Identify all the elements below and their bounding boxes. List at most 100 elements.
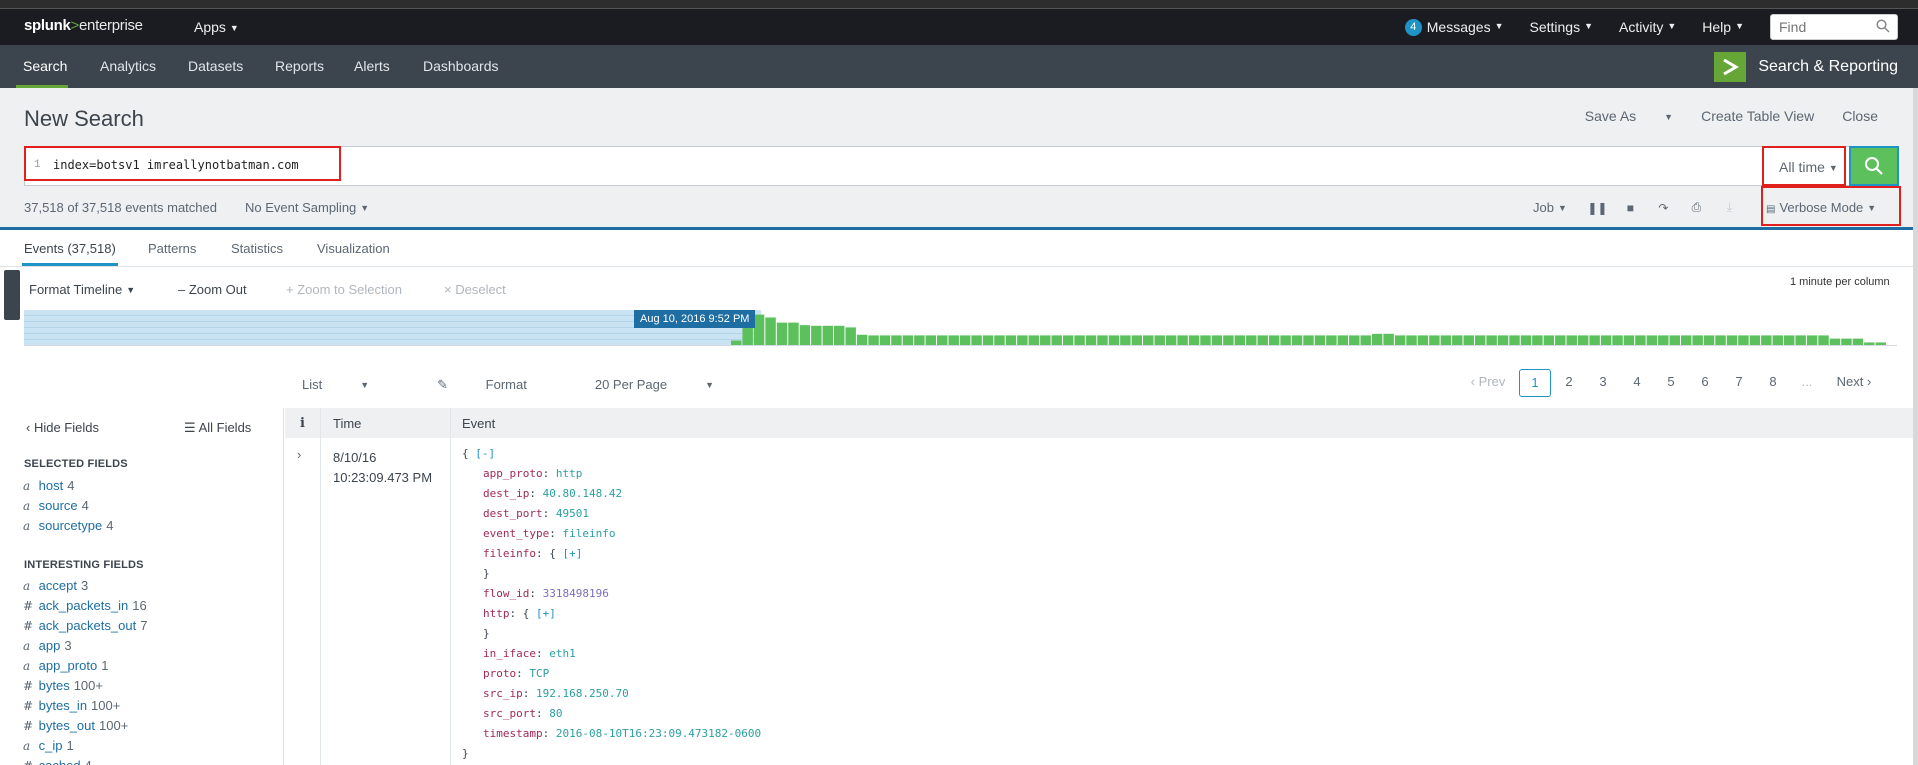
close-button[interactable]: Close [1842, 108, 1878, 124]
page-8[interactable]: 8 [1756, 369, 1790, 397]
job-menu[interactable]: Job ▼ [1533, 200, 1567, 215]
page-7[interactable]: 7 [1722, 369, 1756, 397]
timeline-bar[interactable] [1074, 335, 1085, 345]
page-4[interactable]: 4 [1620, 369, 1654, 397]
tab-statistics[interactable]: Statistics [231, 241, 283, 256]
timeline-bar[interactable] [1749, 335, 1761, 345]
tab-analytics[interactable]: Analytics [100, 58, 156, 74]
tab-datasets[interactable]: Datasets [188, 58, 243, 74]
timeline-bar[interactable] [879, 335, 891, 345]
settings-menu[interactable]: Settings ▼ [1530, 19, 1594, 35]
timeline-bar[interactable] [1234, 335, 1246, 345]
page-1[interactable]: 1 [1519, 369, 1551, 397]
timeline-bar[interactable] [1062, 335, 1074, 345]
timeline-bar[interactable] [1452, 335, 1463, 345]
timeline-chart[interactable] [24, 310, 1897, 346]
event-sampling-menu[interactable]: No Event Sampling ▼ [245, 200, 369, 215]
format-timeline-menu[interactable]: Format Timeline ▼ [29, 282, 135, 297]
timeline-bar[interactable] [1509, 335, 1520, 345]
timeline-bar[interactable] [1577, 335, 1589, 345]
timeline-bar[interactable] [1371, 333, 1383, 345]
timeline-bar[interactable] [1429, 335, 1440, 345]
timeline-bar[interactable] [1211, 335, 1223, 345]
page-5[interactable]: 5 [1654, 369, 1688, 397]
timeline-bar[interactable] [1303, 335, 1314, 345]
field-item[interactable]: a host 4 [23, 478, 74, 493]
timeline-bar[interactable] [845, 327, 856, 345]
timeline-bar[interactable] [1165, 335, 1177, 345]
hide-fields-button[interactable]: ‹ Hide Fields [26, 420, 99, 435]
timeline-bar[interactable] [1143, 335, 1154, 345]
stop-icon[interactable]: ■ [1614, 201, 1647, 215]
expand-toggle[interactable]: [+] [562, 547, 582, 560]
next-page-button[interactable]: Next › [1824, 369, 1884, 397]
all-fields-button[interactable]: ☰ All Fields [184, 420, 251, 436]
field-name[interactable]: cached [39, 758, 81, 765]
field-value[interactable]: 2016-08-10T16:23:09.473182-0600 [556, 727, 761, 740]
timeline-bar[interactable] [1005, 335, 1017, 345]
field-value[interactable]: TCP [529, 667, 549, 680]
create-table-view-button[interactable]: Create Table View [1701, 108, 1814, 124]
timeline-bar[interactable] [1497, 335, 1509, 345]
timeline-bar[interactable] [1680, 335, 1692, 345]
tab-events[interactable]: Events (37,518) [24, 241, 116, 256]
tab-reports[interactable]: Reports [275, 58, 324, 74]
timeline-bar[interactable] [1291, 335, 1303, 345]
col-time[interactable]: Time [333, 416, 361, 431]
timeline-bar[interactable] [1566, 335, 1577, 345]
timeline-bar[interactable] [1783, 335, 1795, 345]
timeline-bar[interactable] [982, 335, 994, 345]
timeline-bar[interactable] [1040, 335, 1051, 345]
print-icon[interactable]: ⎙ [1680, 200, 1713, 215]
timeline-bar[interactable] [1600, 335, 1612, 345]
timeline-bar[interactable] [1120, 335, 1131, 345]
field-item[interactable]: a source 4 [23, 498, 89, 513]
save-as-button[interactable]: Save As ▼ [1557, 108, 1673, 124]
timeline-bar[interactable] [1612, 335, 1623, 345]
timeline-bar[interactable] [1017, 335, 1028, 345]
timeline-bar[interactable] [1658, 335, 1669, 345]
field-value[interactable]: 80 [549, 707, 562, 720]
timeline-bar[interactable] [1806, 335, 1818, 345]
timeline-bar[interactable] [1085, 335, 1097, 345]
apps-menu[interactable]: Apps ▼ [194, 19, 239, 35]
field-value[interactable]: fileinfo [562, 527, 615, 540]
timeline-bar[interactable] [1761, 335, 1772, 345]
timeline-bar[interactable] [1394, 335, 1406, 345]
per-page-menu[interactable]: 20 Per Page ▼ [595, 377, 748, 393]
timeline-bar[interactable] [1097, 335, 1108, 345]
timeline-bar[interactable] [1188, 335, 1200, 345]
field-name[interactable]: sourcetype [39, 518, 103, 533]
timeline-bar[interactable] [914, 335, 925, 345]
page-6[interactable]: 6 [1688, 369, 1722, 397]
timeline-bar[interactable] [948, 335, 959, 345]
timeline-bar[interactable] [1314, 335, 1326, 345]
field-name[interactable]: bytes_in [39, 698, 87, 713]
timeline-bar[interactable] [1543, 335, 1555, 345]
timeline-bar[interactable] [1177, 335, 1188, 345]
timeline-bar[interactable] [1703, 335, 1715, 345]
timeline-bar[interactable] [937, 335, 948, 345]
timeline-bar[interactable] [776, 322, 788, 345]
field-key[interactable]: dest_ip [483, 487, 529, 500]
timeline-bar[interactable] [1532, 335, 1543, 345]
find-input[interactable] [1771, 15, 1871, 39]
timeline-bar[interactable] [1406, 335, 1417, 345]
deselect-button[interactable]: × Deselect [444, 282, 506, 297]
zoom-out-button[interactable]: – Zoom Out [178, 282, 247, 297]
timeline-bar[interactable] [1818, 335, 1829, 345]
timeline-bar[interactable] [799, 325, 811, 345]
export-icon[interactable]: ⤓ [1713, 200, 1746, 215]
timeline-bar[interactable] [1692, 335, 1703, 345]
timeline-bar[interactable] [765, 317, 776, 345]
activity-menu[interactable]: Activity ▼ [1619, 19, 1676, 35]
timeline-bar[interactable] [868, 335, 879, 345]
timeline-bar[interactable] [1360, 335, 1371, 345]
timeline-bar[interactable] [856, 334, 868, 345]
timeline-bar[interactable] [811, 325, 822, 345]
timeline-bar[interactable] [971, 335, 982, 345]
field-item[interactable]: # ack_packets_out 7 [23, 618, 147, 633]
field-item[interactable]: # ack_packets_in 16 [23, 598, 147, 613]
timeline-bar[interactable] [1051, 335, 1062, 345]
field-key[interactable]: app_proto [483, 467, 543, 480]
